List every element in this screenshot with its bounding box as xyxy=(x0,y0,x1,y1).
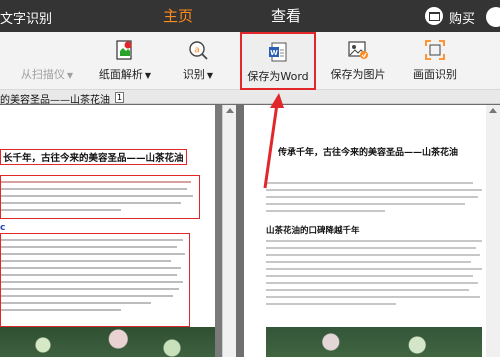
screen-capture-icon xyxy=(425,40,445,60)
document-tab[interactable]: 的美容圣品——山茶花油 xyxy=(0,91,110,106)
camellia-photo xyxy=(266,327,482,357)
app-window: 文字识别 主页 查看 购买 从扫描仪 ▼ 纸面解析 ▼ a 识别 ▼ W 保存为… xyxy=(0,0,500,357)
toolbar: 从扫描仪 ▼ 纸面解析 ▼ a 识别 ▼ W 保存为Word 保存为图片 画面识… xyxy=(0,32,500,90)
cart-icon[interactable] xyxy=(425,7,443,25)
buy-button[interactable]: 购买 xyxy=(449,8,475,27)
source-scrollbar[interactable] xyxy=(222,105,236,357)
result-paragraph xyxy=(266,235,482,305)
save-image-label: 保存为图片 xyxy=(330,68,386,81)
scan-label: 从扫描仪 xyxy=(20,68,65,81)
chevron-down-icon: ▼ xyxy=(66,71,74,80)
result-page: 传承千年，古往今来的美容圣品——山茶花油 山茶花油的口碑降越千年 xyxy=(244,105,492,357)
result-scrollbar[interactable] xyxy=(486,105,500,357)
scroll-up-icon[interactable] xyxy=(489,108,497,113)
camellia-photo xyxy=(0,327,215,357)
svg-text:a: a xyxy=(194,46,200,56)
screen-recognize-label: 画面识别 xyxy=(413,68,457,81)
top-bar: 文字识别 主页 查看 购买 xyxy=(0,0,500,32)
svg-text:W: W xyxy=(270,49,278,57)
recognize-label: 识别 xyxy=(182,68,205,81)
result-paragraph xyxy=(266,177,482,212)
screen-recognize-button[interactable]: 画面识别 xyxy=(404,32,466,90)
scan-button[interactable]: 从扫描仪 ▼ xyxy=(10,32,84,90)
recognize-button[interactable]: a 识别 ▼ xyxy=(168,32,228,90)
save-word-button[interactable]: W 保存为Word xyxy=(240,32,316,90)
save-image-button[interactable]: 保存为图片 xyxy=(326,32,390,90)
source-pane: 长千年，古往今来的美容圣品——山茶花油 c xyxy=(0,105,223,357)
chevron-down-icon: ▼ xyxy=(206,71,214,80)
result-pane: 传承千年，古往今来的美容圣品——山茶花油 山茶花油的口碑降越千年 xyxy=(236,105,500,357)
text-region[interactable] xyxy=(0,175,200,219)
text-region[interactable] xyxy=(0,233,190,327)
tab-view[interactable]: 查看 xyxy=(246,0,326,32)
document-tab-strip: 的美容圣品——山茶花油 1 xyxy=(0,90,500,106)
pdf-parse-label: 纸面解析 xyxy=(98,68,143,81)
recognize-icon: a xyxy=(189,41,208,60)
word-file-icon: W xyxy=(269,42,287,62)
result-heading: 传承千年，古往今来的美容圣品——山茶花油 xyxy=(277,148,458,158)
app-title: 文字识别 xyxy=(0,12,53,27)
tab-home[interactable]: 主页 xyxy=(138,0,218,32)
save-image-icon xyxy=(348,41,368,59)
scroll-up-icon[interactable] xyxy=(226,108,234,113)
avatar[interactable] xyxy=(486,7,500,27)
chevron-down-icon: ▼ xyxy=(144,71,152,80)
source-subheading: c xyxy=(0,223,6,233)
source-page: 长千年，古往今来的美容圣品——山茶花油 c xyxy=(0,105,215,357)
save-word-label: 保存为Word xyxy=(247,70,309,83)
source-heading: 长千年，古往今来的美容圣品——山茶花油 xyxy=(0,149,187,165)
page-count-badge: 1 xyxy=(115,92,125,103)
document-image-icon xyxy=(116,40,132,60)
pdf-parse-button[interactable]: 纸面解析 ▼ xyxy=(90,32,160,90)
